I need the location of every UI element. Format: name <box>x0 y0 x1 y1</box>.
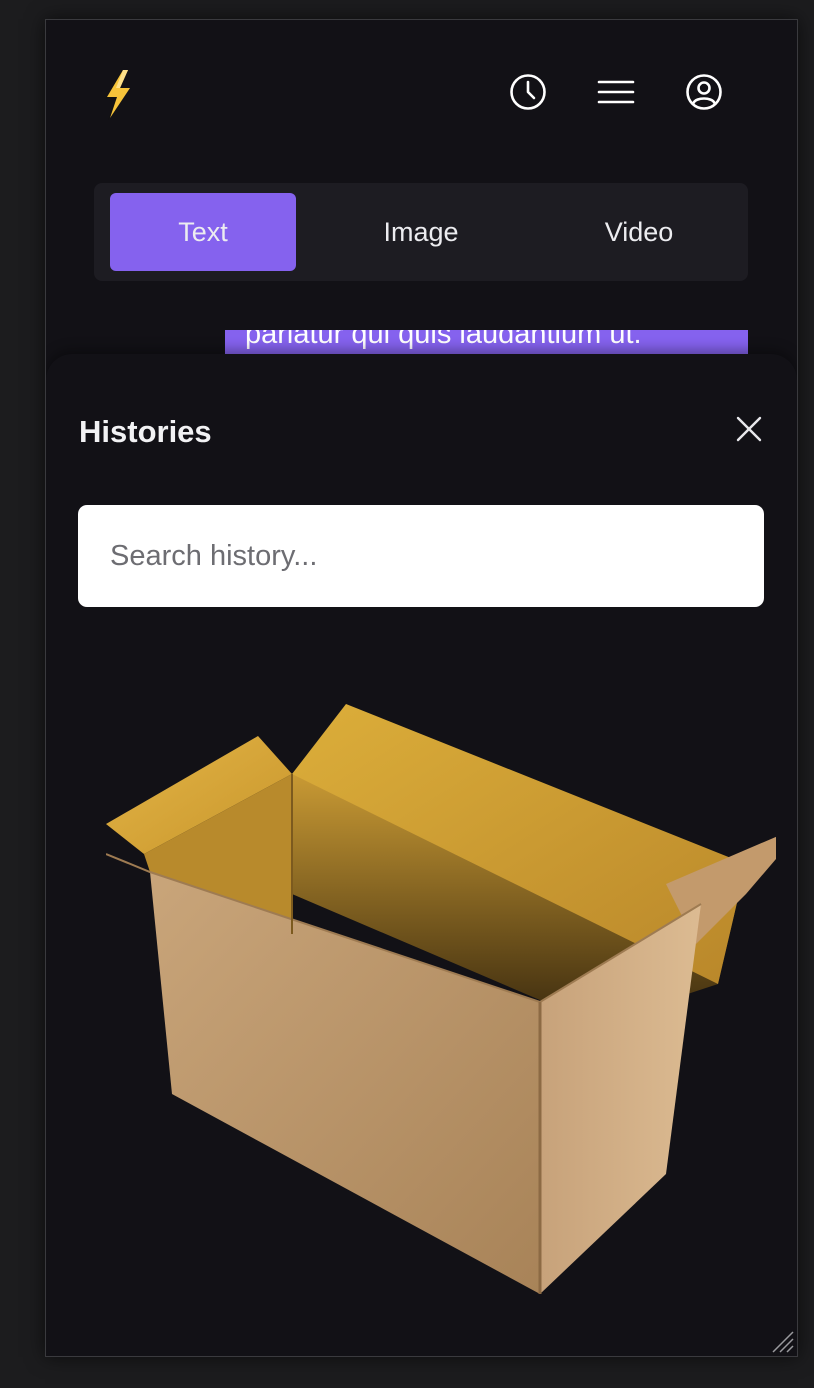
close-icon[interactable] <box>732 412 766 446</box>
hamburger-menu-icon[interactable] <box>596 72 636 112</box>
tab-video[interactable]: Video <box>552 193 726 271</box>
user-circle-icon[interactable] <box>684 72 724 112</box>
histories-panel: Histories <box>46 354 797 1356</box>
search-history-input[interactable] <box>78 505 764 607</box>
clock-icon[interactable] <box>508 72 548 112</box>
app-window: Text Image Video pariatur qui quis lauda… <box>45 19 798 1357</box>
tab-text[interactable]: Text <box>110 193 296 271</box>
tab-image[interactable]: Image <box>334 193 508 271</box>
history-item-image[interactable] <box>105 694 797 1294</box>
message-text: pariatur qui quis laudantium ut. <box>245 330 642 350</box>
resize-handle[interactable] <box>769 1328 795 1354</box>
message-bubble: pariatur qui quis laudantium ut. <box>225 330 748 354</box>
mode-tabs: Text Image Video <box>94 183 748 281</box>
lightning-bolt-icon[interactable] <box>102 68 136 120</box>
histories-title: Histories <box>79 414 212 449</box>
